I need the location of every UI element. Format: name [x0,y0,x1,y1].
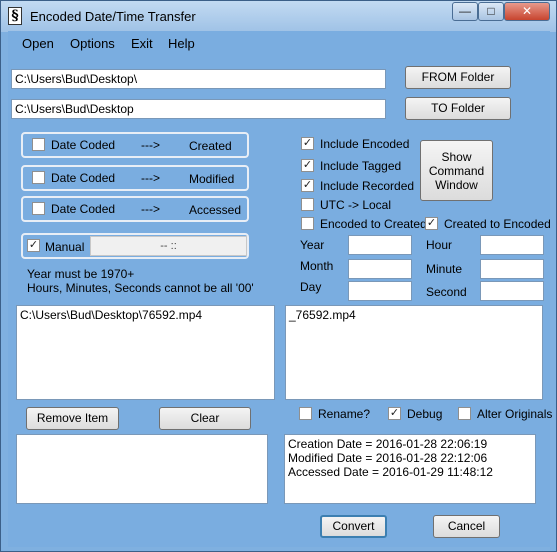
year-label: Year [300,238,325,252]
target-modified-label: Modified [189,172,235,186]
alter-originals-label: Alter Originals [477,407,553,421]
utc-local-checkbox[interactable] [301,198,314,211]
to-folder-button[interactable]: TO Folder [405,97,511,120]
manual-group: ✓ Manual -- :: [21,233,249,259]
arrow-label: ---> [141,138,160,152]
month-label: Month [300,259,334,273]
created-to-encoded-checkbox[interactable]: ✓ [425,217,438,230]
hour-label: Hour [426,238,453,252]
accessed-date-text: Accessed Date = 2016-01-29 11:48:12 [288,465,493,479]
remove-item-button[interactable]: Remove Item [26,407,119,430]
include-tagged-label: Include Tagged [320,159,402,173]
menu-bar: Open Options Exit Help [8,31,550,55]
year-input[interactable] [348,235,412,255]
modified-mapping-group: Date Coded ---> Modified [21,165,249,191]
menu-options[interactable]: Options [70,36,115,51]
created-mapping-group: Date Coded ---> Created [21,132,249,158]
client-area: Open Options Exit Help C:\Users\Bud\Desk… [8,31,553,547]
arrow-label: ---> [141,171,160,185]
minute-input[interactable] [480,259,544,279]
include-encoded-label: Include Encoded [320,137,410,151]
include-recorded-label: Include Recorded [320,179,415,193]
date-coded-created-checkbox[interactable] [32,138,45,151]
created-to-encoded-label: Created to Encoded [444,217,551,231]
from-folder-input[interactable]: C:\Users\Bud\Desktop\ [11,69,386,89]
encoded-to-created-checkbox[interactable] [301,217,314,230]
app-window: § Encoded Date/Time Transfer — □ ✕ Open … [0,0,557,552]
menu-exit[interactable]: Exit [131,36,153,51]
creation-date-text: Creation Date = 2016-01-28 22:06:19 [288,437,488,451]
log-box[interactable] [16,434,268,504]
list-item[interactable]: C:\Users\Bud\Desktop\76592.mp4 [20,308,271,322]
date-coded-accessed-checkbox[interactable] [32,202,45,215]
menu-open[interactable]: Open [22,36,54,51]
minimize-button[interactable]: — [452,2,478,21]
second-label: Second [426,285,467,299]
rename-checkbox[interactable] [299,407,312,420]
day-label: Day [300,280,322,294]
from-folder-button[interactable]: FROM Folder [405,66,511,89]
target-accessed-label: Accessed [189,203,242,217]
date-info-box: Creation Date = 2016-01-28 22:06:19 Modi… [284,434,536,504]
window-title: Encoded Date/Time Transfer [30,9,196,24]
hour-input[interactable] [480,235,544,255]
time-note: Hours, Minutes, Seconds cannot be all '0… [27,281,254,295]
convert-button[interactable]: Convert [320,515,387,538]
date-coded-modified-checkbox[interactable] [32,171,45,184]
source-file-list[interactable]: C:\Users\Bud\Desktop\76592.mp4 [16,305,275,400]
day-input[interactable] [348,281,412,301]
app-icon: § [8,7,22,25]
date-coded-label: Date Coded [51,202,116,216]
debug-label: Debug [407,407,443,421]
show-command-window-button[interactable]: Show Command Window [420,140,493,201]
maximize-button[interactable]: □ [478,2,504,21]
manual-label: Manual [45,240,85,254]
month-input[interactable] [348,259,412,279]
arrow-label: ---> [141,202,160,216]
target-created-label: Created [189,139,232,153]
modified-date-text: Modified Date = 2016-01-28 22:12:06 [288,451,488,465]
debug-checkbox[interactable]: ✓ [388,407,401,420]
rename-label: Rename? [318,407,371,421]
manual-checkbox[interactable]: ✓ [27,239,40,252]
close-button[interactable]: ✕ [504,2,550,21]
manual-datetime-field[interactable]: -- :: [90,236,247,256]
clear-button[interactable]: Clear [159,407,251,430]
list-item[interactable]: _76592.mp4 [289,308,539,322]
menu-help[interactable]: Help [168,36,195,51]
encoded-to-created-label: Encoded to Created [320,217,427,231]
include-recorded-checkbox[interactable]: ✓ [301,179,314,192]
alter-originals-checkbox[interactable] [458,407,471,420]
cancel-button[interactable]: Cancel [433,515,500,538]
accessed-mapping-group: Date Coded ---> Accessed [21,196,249,222]
target-file-list[interactable]: _76592.mp4 [285,305,543,400]
second-input[interactable] [480,281,544,301]
date-coded-label: Date Coded [51,171,116,185]
utc-local-label: UTC -> Local [320,198,392,212]
include-tagged-checkbox[interactable]: ✓ [301,159,314,172]
to-folder-input[interactable]: C:\Users\Bud\Desktop [11,99,386,119]
minute-label: Minute [426,262,463,276]
title-bar: § Encoded Date/Time Transfer — □ ✕ [1,1,556,32]
date-coded-label: Date Coded [51,138,116,152]
year-note: Year must be 1970+ [27,267,135,281]
include-encoded-checkbox[interactable]: ✓ [301,137,314,150]
